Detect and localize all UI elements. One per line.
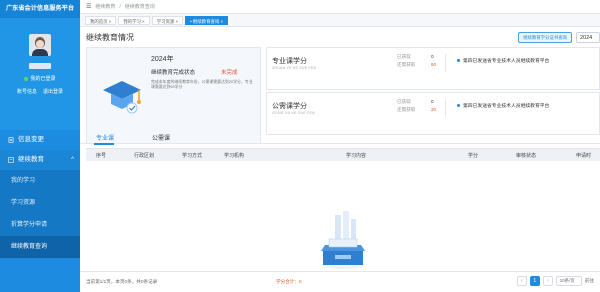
credit-notice-text: 第四已发送省专业技术人员继续教育平台 [463, 59, 550, 64]
empty-box-icon [321, 211, 365, 269]
divider [445, 99, 446, 117]
login-status-text: 我的已登录 [30, 76, 56, 82]
sidebar-item-label: 继续教育 [18, 156, 44, 163]
table-footer: 当前第1/1页，本页0条，共0条记录 学分合计：0 ‹ 1 › 10条/页 前往 [80, 271, 600, 292]
menu-toggle-icon[interactable]: ☰ [86, 3, 91, 10]
breadcrumb-separator: / [119, 3, 121, 10]
sidebar-item-info-change[interactable]: 信息变更 [0, 130, 80, 150]
earned-value: 0 [431, 99, 434, 104]
avatar[interactable] [29, 34, 51, 56]
logout-link[interactable]: 退出登录 [43, 88, 63, 95]
breadcrumb-item: 继续教育查询 [124, 4, 155, 10]
column-header: 审核状态 [516, 153, 537, 159]
sidebar-item-label: 信息变更 [18, 136, 44, 143]
public-credit-card: 公需课学分 GONG XU KE XUE FEN 已获取 0 还需获取 20 第… [266, 92, 600, 135]
summary-year: 2024年 [151, 56, 174, 63]
tab-education-query[interactable]: • 继续教育查询 × [185, 15, 229, 25]
graduation-cap-icon [103, 81, 141, 114]
page-header: 继续教育情况 继续教育学分证书查询 2024 [80, 27, 600, 47]
username-redacted [29, 63, 51, 69]
credit-subtitle: GONG XU KE XUE FEN [272, 111, 315, 115]
account-info-link[interactable]: 账号信息 [17, 88, 37, 95]
pagination: ‹ 1 › 10条/页 前往 [516, 276, 594, 286]
user-actions: 账号信息 退出登录 [0, 88, 80, 95]
tab-professional-course[interactable]: 专业课 [96, 133, 114, 142]
credit-notice: 第四已发送省专业技术人员继续教育平台 [457, 102, 549, 109]
breadcrumb-item[interactable]: 继续教育 [95, 3, 115, 10]
column-header: 学习机构 [224, 153, 245, 159]
sidebar-submenu: 我的学习 学习资源 折算学分申请 继续教育查询 [0, 170, 80, 258]
sidebar-item-learning-resources[interactable]: 学习资源 [0, 192, 80, 214]
table-header: 序号 行政区划 学习方式 学习机构 学习内容 学分 审核状态 申请时 [86, 148, 600, 161]
active-tab-indicator [94, 143, 114, 145]
page-size-select[interactable]: 10条/页 [555, 276, 582, 286]
page-jump-label[interactable]: 前往 [585, 278, 594, 284]
sidebar-item-continuing-education[interactable]: 继续教育 ^ [0, 150, 80, 170]
needed-value: 20 [431, 107, 437, 112]
tab-my-study[interactable]: 我的学习 × [118, 15, 150, 25]
column-header: 申请时 [576, 153, 592, 159]
credit-notice-text: 第四已发送省专业技术人员继续教育平台 [463, 104, 550, 109]
chevron-up-icon: ^ [71, 157, 74, 163]
prev-page-button[interactable]: ‹ [516, 276, 527, 286]
column-header: 序号 [96, 153, 107, 159]
user-profile: 我的已登录 账号信息 退出登录 [0, 18, 80, 130]
education-icon [8, 157, 14, 163]
column-header: 行政区划 [134, 153, 155, 159]
sidebar-item-education-query[interactable]: 继续教育查询 [0, 236, 80, 258]
needed-label: 还需获取 [397, 107, 416, 112]
year-select[interactable]: 2024 [576, 32, 600, 43]
professional-credit-card: 专业课学分 ZHUAN YE KE XUE FEN 已获取 0 还需获取 60 … [266, 47, 600, 90]
topbar: ☰ 继续教育 / 继续教育查询 [80, 0, 600, 14]
tab-learning-resources[interactable]: 学习资源 × [151, 15, 184, 25]
bullet-icon [457, 59, 460, 62]
main-content: 继续教育情况 继续教育学分证书查询 2024 2024年 继续教育完成状态 未完… [80, 27, 600, 292]
login-status: 我的已登录 [0, 75, 80, 82]
next-page-button[interactable]: › [542, 276, 553, 286]
needed-label: 还需获取 [397, 62, 416, 67]
sidebar: 广东省会计信息服务平台 我的已登录 账号信息 退出登录 信息变更 继续教育 ^ … [0, 0, 80, 292]
page-title: 继续教育情况 [86, 32, 134, 42]
needed-value: 60 [431, 62, 437, 67]
completion-status-value: 未完成 [221, 70, 238, 76]
bullet-icon [457, 104, 460, 107]
sidebar-item-my-study[interactable]: 我的学习 [0, 170, 80, 192]
completion-status-label: 继续教育完成状态 [151, 70, 196, 76]
column-header: 学习方式 [182, 153, 203, 159]
column-header: 学习内容 [346, 153, 367, 159]
sidebar-item-credit-conversion[interactable]: 折算学分申请 [0, 214, 80, 236]
page-info: 当前第1/1页，本页0条，共0条记录 [86, 279, 158, 284]
tab-public-course[interactable]: 公需课 [152, 133, 170, 142]
divider [445, 54, 446, 72]
earned-value: 0 [431, 54, 434, 59]
tabs-bar: 我的首页 × 我的学习 × 学习资源 × • 继续教育查询 × [80, 14, 600, 27]
column-header: 学分 [468, 153, 479, 159]
earned-label: 已获取 [397, 99, 411, 104]
online-dot-icon [24, 76, 29, 81]
brand-title: 广东省会计信息服务平台 [0, 0, 80, 18]
credit-subtitle: ZHUAN YE KE XUE FEN [272, 66, 317, 70]
document-icon [8, 137, 14, 143]
completion-description: 完成本年度的继续教育年份，公需课需要达到20学分，专业课需要达到60学分 [151, 79, 253, 90]
tab-home[interactable]: 我的首页 × [85, 15, 117, 25]
earned-label: 已获取 [397, 54, 411, 59]
credit-title: 专业课学分 [272, 58, 307, 65]
cert-query-button[interactable]: 继续教育学分证书查询 [518, 32, 572, 43]
course-tabs: 专业课 公需课 [80, 130, 600, 145]
credit-notice: 第四已发送省专业技术人员继续教育平台 [457, 57, 549, 64]
credit-title: 公需课学分 [272, 103, 307, 110]
credit-total: 学分合计：0 [276, 279, 302, 284]
page-number-button[interactable]: 1 [529, 276, 540, 286]
